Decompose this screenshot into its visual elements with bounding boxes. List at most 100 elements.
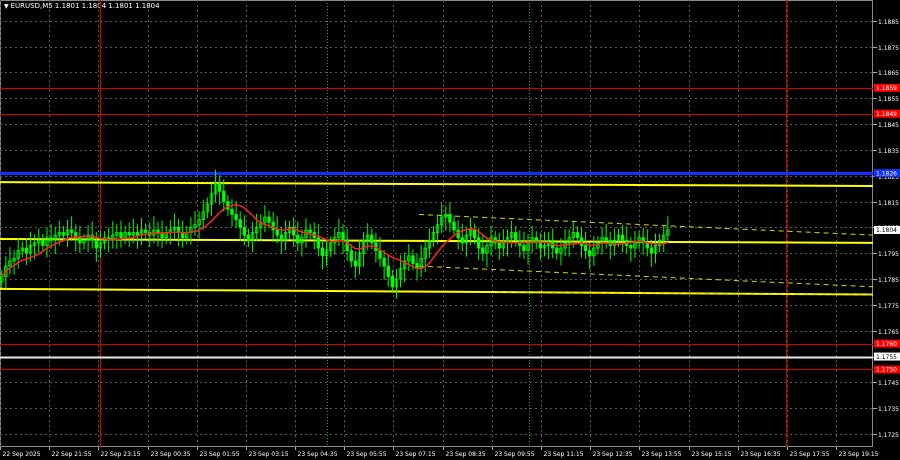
candle-body xyxy=(275,229,279,236)
candle-body xyxy=(234,214,238,221)
candle-body xyxy=(41,239,45,246)
candle-body xyxy=(448,214,452,223)
candle-body xyxy=(452,221,456,231)
candle-body xyxy=(316,237,321,249)
candle-body xyxy=(271,221,275,231)
candle-body xyxy=(472,229,477,239)
x-tick-label: 23 Sep 11:15 xyxy=(544,451,584,458)
candle-body xyxy=(538,242,543,249)
y-tick-label: 1.1795 xyxy=(878,251,899,258)
candle-body xyxy=(645,242,649,249)
y-tick-label: 1.1845 xyxy=(878,122,899,129)
price-label-red: 1.1849 xyxy=(876,111,897,118)
price-label-red: 1.1760 xyxy=(876,341,897,348)
x-tick-label: 23 Sep 19:15 xyxy=(839,451,879,458)
candle-body xyxy=(267,216,271,223)
x-tick-label: 23 Sep 03:15 xyxy=(249,451,289,458)
candle-body xyxy=(156,229,160,233)
candle-body xyxy=(386,265,390,277)
y-tick-label: 1.1835 xyxy=(878,148,899,155)
candle-body xyxy=(279,234,284,241)
y-tick-label: 1.1745 xyxy=(878,380,899,387)
x-tick-label: 23 Sep 09:55 xyxy=(495,451,535,458)
candle-body xyxy=(349,250,353,262)
x-tick-label: 23 Sep 07:15 xyxy=(396,451,436,458)
price-label-red: 1.1859 xyxy=(876,85,897,92)
candle-body xyxy=(61,232,66,236)
candle-body xyxy=(579,237,584,246)
candle-body xyxy=(649,247,654,254)
candle-body xyxy=(230,208,234,215)
channel-line-dashed[interactable] xyxy=(419,265,874,288)
x-tick-label: 22 Sep 2025 xyxy=(3,451,41,458)
y-tick-label: 1.1875 xyxy=(878,45,899,52)
x-tick-label: 23 Sep 05:55 xyxy=(347,451,387,458)
x-tick-label: 23 Sep 04:35 xyxy=(298,451,338,458)
x-tick-label: 23 Sep 15:15 xyxy=(692,451,732,458)
candle-body xyxy=(481,247,485,254)
candle-body xyxy=(514,232,518,241)
candle-body xyxy=(296,234,300,244)
x-tick-label: 22 Sep 21:55 xyxy=(52,451,92,458)
price-label-blue: 1.1826 xyxy=(876,170,897,177)
y-tick-label: 1.1725 xyxy=(878,432,899,439)
y-tick-label: 1.1815 xyxy=(878,200,899,207)
price-chart[interactable]: 1.1885 1.1875 1.1865 1.1855 1.1845 1.1835 1.18… xyxy=(0,0,900,460)
candle-body xyxy=(94,239,99,249)
current-price-label: 1.1804 xyxy=(876,227,897,234)
candle-body xyxy=(24,247,29,254)
x-tick-label: 23 Sep 08:35 xyxy=(446,451,486,458)
x-tick-label: 23 Sep 12:35 xyxy=(593,451,633,458)
y-tick-label: 1.1775 xyxy=(878,303,899,310)
y-tick-label: 1.1855 xyxy=(878,96,899,103)
candle-body xyxy=(135,232,140,236)
candle-body xyxy=(78,237,82,244)
y-tick-label: 1.1885 xyxy=(878,19,899,26)
candle-body xyxy=(127,232,131,236)
sr-line-yellow[interactable] xyxy=(0,238,874,244)
candle-body xyxy=(49,237,53,241)
candle-body xyxy=(242,226,247,236)
price-label-white: 1.1755 xyxy=(876,354,897,361)
channel-line-dashed[interactable] xyxy=(419,213,874,236)
candle-body xyxy=(308,229,312,233)
x-tick-label: 23 Sep 00:35 xyxy=(151,451,191,458)
x-tick-label: 23 Sep 01:55 xyxy=(200,451,240,458)
candle-body xyxy=(370,234,374,244)
candle-body xyxy=(353,260,358,267)
plot-frame xyxy=(0,0,873,447)
candle-body xyxy=(222,190,226,202)
candle-body xyxy=(246,234,251,241)
y-tick-label: 1.1785 xyxy=(878,277,899,284)
candle-body xyxy=(588,250,592,257)
candle-body xyxy=(378,250,382,259)
candle-body xyxy=(143,229,148,233)
candle-body xyxy=(497,242,501,249)
candle-body xyxy=(522,245,526,252)
candle-body xyxy=(411,255,415,264)
candle-body xyxy=(119,232,123,239)
candle-body xyxy=(604,237,608,241)
x-tick-label: 22 Sep 23:15 xyxy=(101,451,141,458)
candle-body xyxy=(238,219,242,228)
candle-body xyxy=(390,276,395,288)
candle-body xyxy=(69,229,74,233)
candle-body xyxy=(460,237,464,244)
candle-body xyxy=(477,237,481,249)
candle-body xyxy=(575,232,580,239)
candle-body xyxy=(382,257,386,267)
candle-body xyxy=(555,247,559,254)
y-tick-label: 1.1765 xyxy=(878,329,899,336)
y-tick-label: 1.1865 xyxy=(878,70,899,77)
x-tick-label: 23 Sep 17:55 xyxy=(790,451,830,458)
price-label-red: 1.1750 xyxy=(876,367,897,374)
candle-body xyxy=(320,247,325,257)
sr-line-yellow[interactable] xyxy=(0,181,874,188)
x-tick-label: 23 Sep 13:55 xyxy=(642,451,682,458)
candle-body xyxy=(629,245,633,249)
candle-body xyxy=(583,245,588,252)
x-tick-label: 23 Sep 16:35 xyxy=(741,451,781,458)
y-tick-label: 1.1735 xyxy=(878,406,899,413)
candle-body xyxy=(341,232,345,241)
candle-body xyxy=(620,234,625,241)
